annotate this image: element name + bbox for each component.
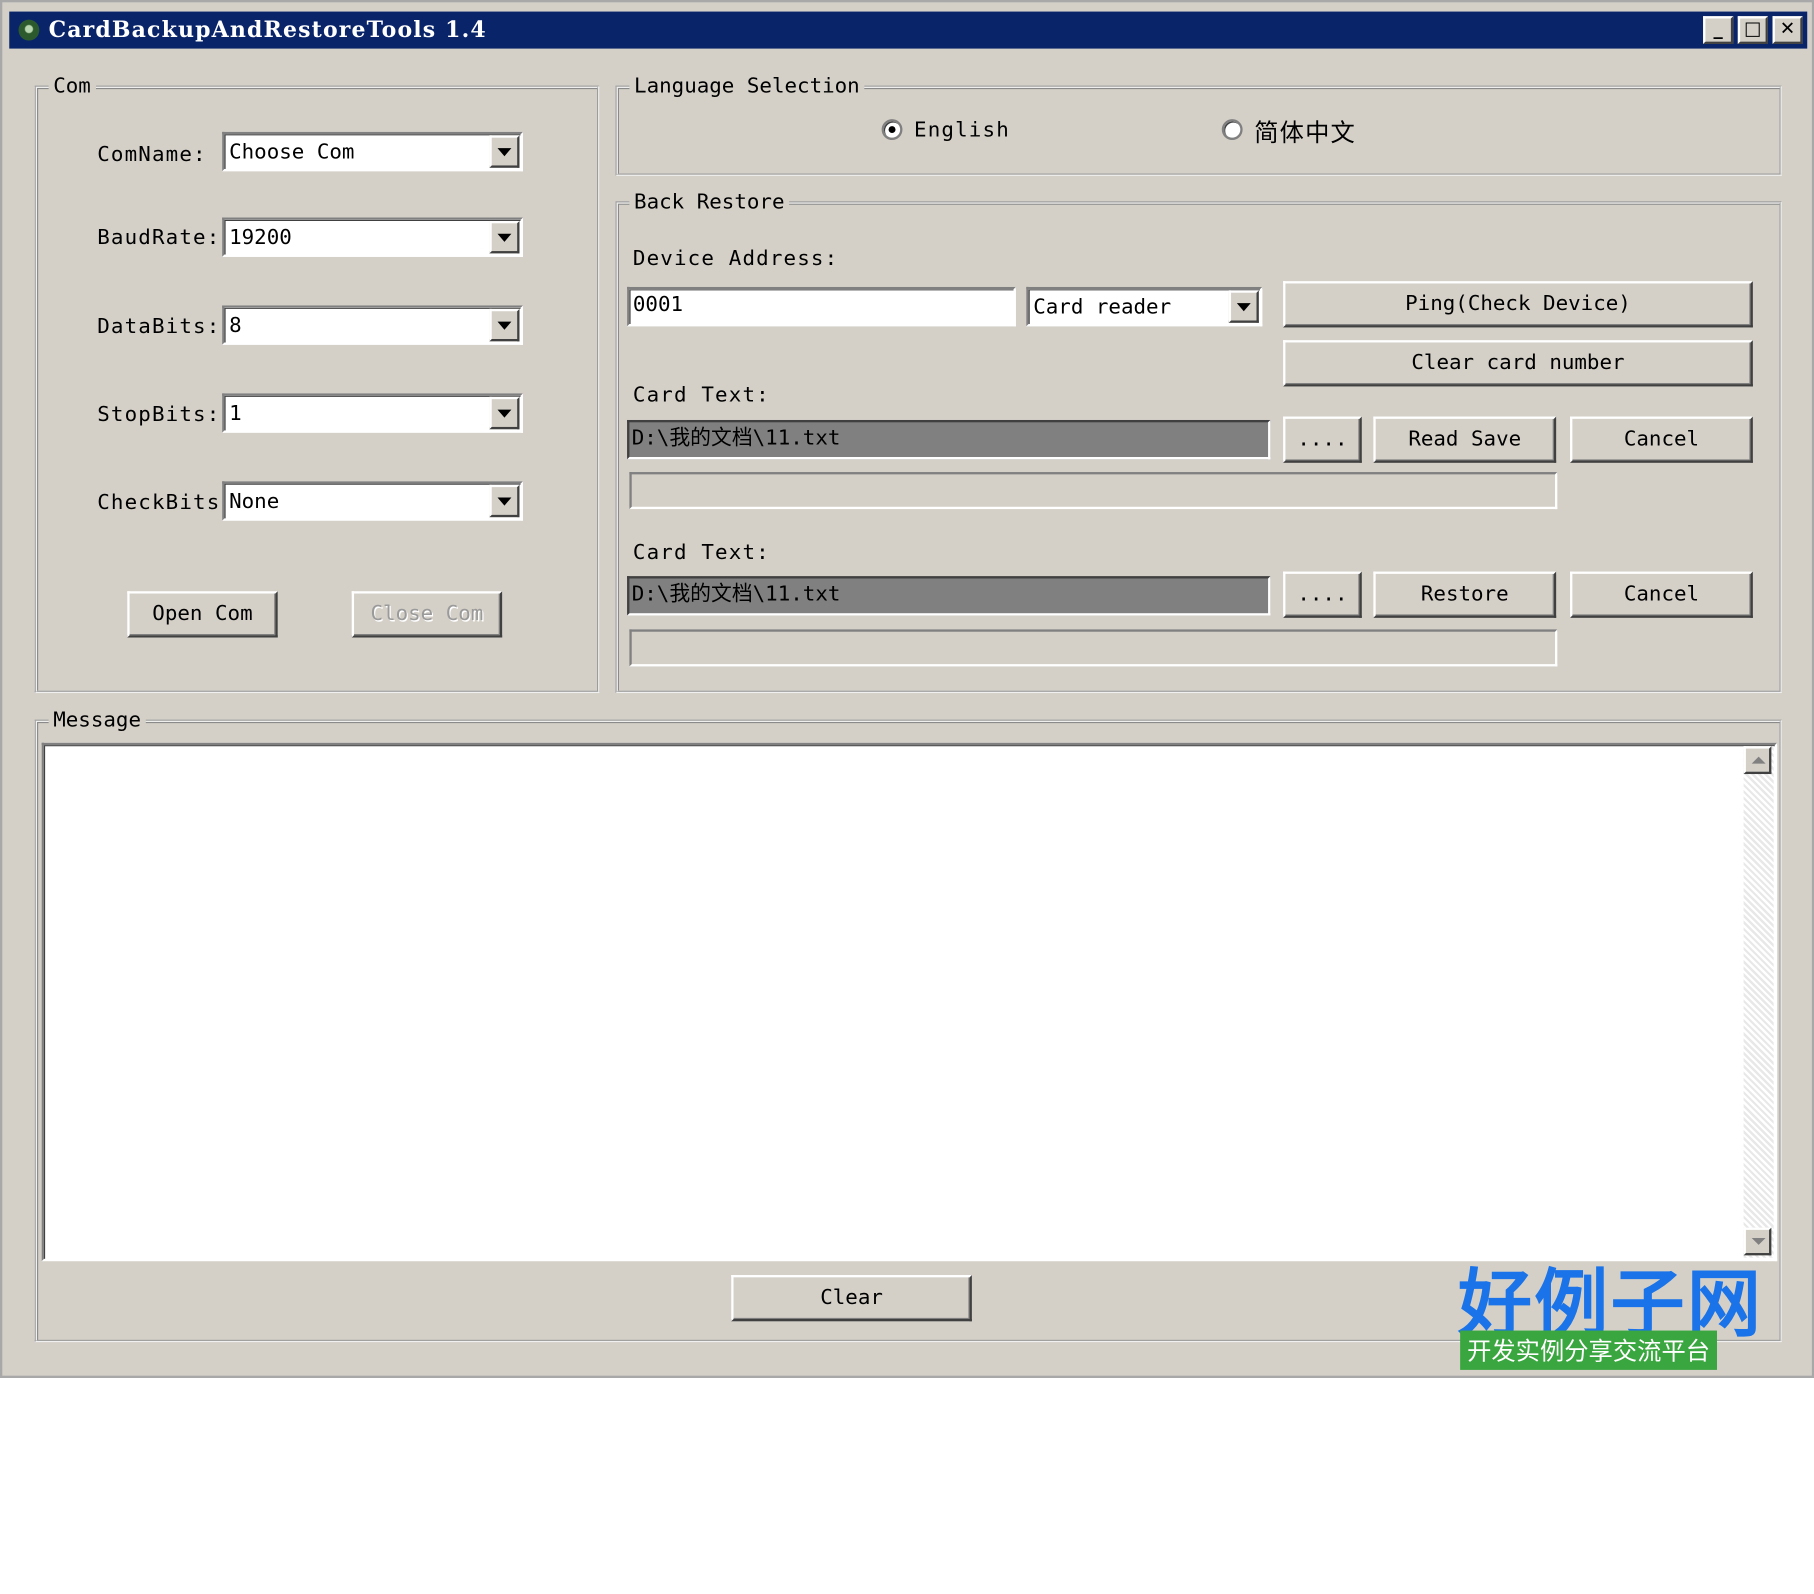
clear-card-number-button[interactable]: Clear card number	[1283, 340, 1753, 387]
stopbits-value: 1	[229, 401, 242, 426]
close-window-button[interactable]: ✕	[1772, 16, 1803, 44]
baudrate-select[interactable]: 19200	[222, 217, 523, 257]
scroll-up-icon[interactable]	[1743, 746, 1772, 775]
backup-browse-button[interactable]: ....	[1283, 416, 1362, 463]
restore-button[interactable]: Restore	[1373, 571, 1557, 618]
open-com-button[interactable]: Open Com	[127, 591, 278, 638]
com-group-legend: Com	[48, 74, 96, 99]
minimize-button[interactable]: _	[1703, 16, 1734, 44]
chevron-down-icon[interactable]	[489, 135, 520, 168]
device-type-value: Card reader	[1033, 295, 1172, 320]
ping-button[interactable]: Ping(Check Device)	[1283, 281, 1753, 328]
message-group-legend: Message	[48, 708, 146, 733]
radio-english-label[interactable]: English	[914, 118, 1010, 142]
checkbits-label: CheckBits:	[97, 490, 235, 515]
app-icon	[18, 19, 40, 41]
checkbits-value: None	[229, 489, 280, 514]
restore-browse-button[interactable]: ....	[1283, 571, 1362, 618]
site-tagline: 开发实例分享交流平台	[1460, 1330, 1717, 1370]
radio-english[interactable]	[881, 119, 903, 140]
backup-cancel-button[interactable]: Cancel	[1570, 416, 1753, 463]
restore-card-text-label: Card Text:	[632, 540, 770, 565]
backup-card-text-label: Card Text:	[632, 382, 770, 408]
backup-progress-bar	[629, 472, 1558, 510]
comname-value: Choose Com	[229, 139, 355, 165]
checkbits-select[interactable]: None	[222, 481, 523, 521]
chevron-down-icon[interactable]	[489, 484, 520, 518]
close-com-button[interactable]: Close Com	[351, 591, 503, 638]
device-type-select[interactable]: Card reader	[1026, 286, 1263, 327]
message-textarea[interactable]	[41, 742, 1778, 1262]
chevron-down-icon[interactable]	[1228, 290, 1259, 323]
comname-select[interactable]: Choose Com	[222, 131, 523, 172]
back-restore-legend: Back Restore	[629, 189, 790, 215]
chevron-down-icon[interactable]	[489, 396, 520, 430]
backup-path-field[interactable]: D:\我的文档\11.txt	[627, 419, 1271, 460]
chevron-down-icon[interactable]	[489, 308, 520, 342]
databits-value: 8	[229, 313, 242, 338]
restore-path-field[interactable]: D:\我的文档\11.txt	[627, 576, 1271, 616]
app-window: CardBackupAndRestoreTools 1.4 _ □ ✕ Com …	[0, 0, 1814, 1378]
stopbits-select[interactable]: 1	[222, 393, 523, 433]
restore-progress-bar	[629, 629, 1558, 667]
device-address-label: Device Address:	[632, 246, 839, 271]
baudrate-value: 19200	[229, 225, 292, 250]
window-title: CardBackupAndRestoreTools 1.4	[48, 17, 487, 43]
title-bar[interactable]: CardBackupAndRestoreTools 1.4 _ □ ✕	[9, 11, 1808, 49]
language-group	[615, 85, 1782, 176]
radio-chinese[interactable]	[1221, 119, 1243, 140]
read-save-button[interactable]: Read Save	[1373, 416, 1557, 463]
com-group	[34, 85, 600, 694]
maximize-button[interactable]: □	[1737, 16, 1768, 44]
restore-cancel-button[interactable]: Cancel	[1570, 571, 1753, 618]
databits-select[interactable]: 8	[222, 305, 523, 345]
language-group-legend: Language Selection	[629, 74, 865, 99]
clear-messages-button[interactable]: Clear	[731, 1275, 972, 1322]
radio-chinese-label[interactable]: 简体中文	[1254, 115, 1356, 150]
databits-label: DataBits:	[97, 314, 221, 340]
baudrate-label: BaudRate:	[97, 225, 221, 250]
stopbits-label: StopBits:	[97, 402, 221, 427]
device-address-input[interactable]: 0001	[627, 286, 1016, 327]
comname-label: ComName:	[97, 142, 207, 167]
message-scrollbar[interactable]	[1743, 746, 1774, 1258]
chevron-down-icon[interactable]	[489, 220, 520, 254]
